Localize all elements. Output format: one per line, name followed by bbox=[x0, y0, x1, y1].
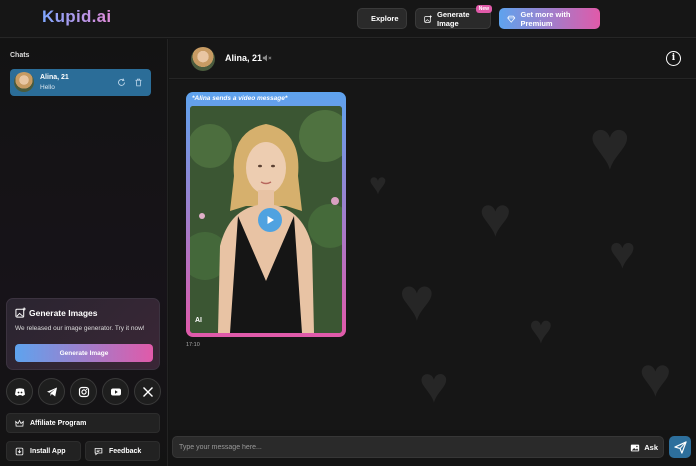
youtube-icon bbox=[110, 388, 121, 395]
gen-card-title: Generate Images bbox=[29, 308, 98, 318]
sidebar: Chats Alina, 21 Hello Generate Images We… bbox=[0, 39, 168, 466]
affiliate-label: Affiliate Program bbox=[30, 419, 87, 427]
gen-card-text: We released our image generator. Try it … bbox=[15, 325, 145, 332]
avatar bbox=[14, 72, 34, 92]
install-app-button[interactable]: Install App bbox=[6, 441, 81, 461]
play-button[interactable] bbox=[258, 208, 282, 232]
premium-label: Get more with Premium bbox=[520, 9, 571, 28]
heart-decoration: ♥ bbox=[529, 308, 553, 352]
chat-last-message: Hello bbox=[40, 84, 55, 91]
ask-label: Ask bbox=[644, 443, 658, 452]
heart-decoration: ♥ bbox=[419, 357, 449, 413]
heart-decoration: ♥ bbox=[609, 227, 636, 278]
crown-icon bbox=[15, 419, 24, 427]
generate-image-button[interactable]: Generate Image New bbox=[415, 5, 492, 29]
feedback-label: Feedback bbox=[109, 447, 142, 455]
send-icon bbox=[673, 440, 687, 454]
affiliate-program-button[interactable]: Affiliate Program bbox=[6, 413, 160, 433]
x-icon bbox=[142, 386, 153, 397]
heart-decoration: ♥ bbox=[369, 168, 387, 201]
ask-button[interactable]: Ask bbox=[630, 440, 658, 455]
diamond-icon bbox=[507, 15, 516, 23]
chat-name: Alina, 21 bbox=[40, 74, 69, 81]
chat-bubble-icon bbox=[94, 447, 103, 455]
install-label: Install App bbox=[30, 447, 66, 455]
send-button[interactable] bbox=[669, 436, 691, 458]
heart-decoration: ♥ bbox=[479, 186, 512, 248]
trash-icon[interactable] bbox=[134, 78, 143, 87]
play-icon bbox=[267, 216, 274, 224]
message-image[interactable]: AI bbox=[190, 106, 342, 333]
image-icon bbox=[631, 444, 640, 451]
youtube-button[interactable] bbox=[102, 378, 129, 405]
avatar[interactable] bbox=[191, 47, 215, 71]
image-plus-icon bbox=[15, 307, 26, 318]
refresh-icon[interactable] bbox=[117, 78, 126, 87]
chat-header: Alina, 21 i bbox=[169, 39, 696, 79]
ai-tag: AI bbox=[195, 317, 202, 324]
message-time: 17:10 bbox=[186, 342, 200, 348]
app-root: Kupid.ai Explore Generate Image New Get … bbox=[0, 0, 696, 466]
telegram-icon bbox=[46, 387, 57, 396]
discord-button[interactable] bbox=[6, 378, 33, 405]
explore-label: Explore bbox=[371, 14, 399, 23]
message-input-bar: Ask bbox=[172, 436, 664, 458]
mute-icon[interactable] bbox=[262, 53, 272, 63]
premium-button[interactable]: Get more with Premium bbox=[499, 8, 600, 29]
message-input[interactable] bbox=[179, 440, 619, 455]
chats-title: Chats bbox=[10, 52, 30, 59]
instagram-button[interactable] bbox=[70, 378, 97, 405]
chat-partner-name: Alina, 21 bbox=[225, 53, 263, 63]
generate-image-label: Generate Image bbox=[437, 9, 470, 28]
top-bar: Kupid.ai Explore Generate Image New Get … bbox=[0, 0, 696, 38]
heart-decoration: ♥ bbox=[399, 266, 435, 333]
generate-images-card: Generate Images We released our image ge… bbox=[6, 298, 160, 370]
info-icon[interactable]: i bbox=[666, 51, 681, 66]
chat-list-item[interactable]: Alina, 21 Hello bbox=[10, 69, 151, 96]
instagram-icon bbox=[78, 386, 89, 397]
telegram-button[interactable] bbox=[38, 378, 65, 405]
new-badge: New bbox=[475, 5, 492, 13]
image-plus-icon bbox=[424, 14, 432, 23]
feedback-button[interactable]: Feedback bbox=[85, 441, 160, 461]
download-icon bbox=[15, 447, 24, 455]
heart-decoration: ♥ bbox=[639, 346, 672, 408]
heart-decoration: ♥ bbox=[589, 106, 631, 184]
discord-icon bbox=[14, 387, 25, 396]
x-button[interactable] bbox=[134, 378, 161, 405]
gen-card-button[interactable]: Generate Image bbox=[15, 344, 153, 362]
explore-button[interactable]: Explore bbox=[357, 8, 407, 29]
video-message[interactable]: *Alina sends a video message* AI bbox=[186, 92, 346, 337]
logo[interactable]: Kupid.ai bbox=[42, 7, 111, 27]
message-caption: *Alina sends a video message* bbox=[192, 95, 288, 102]
